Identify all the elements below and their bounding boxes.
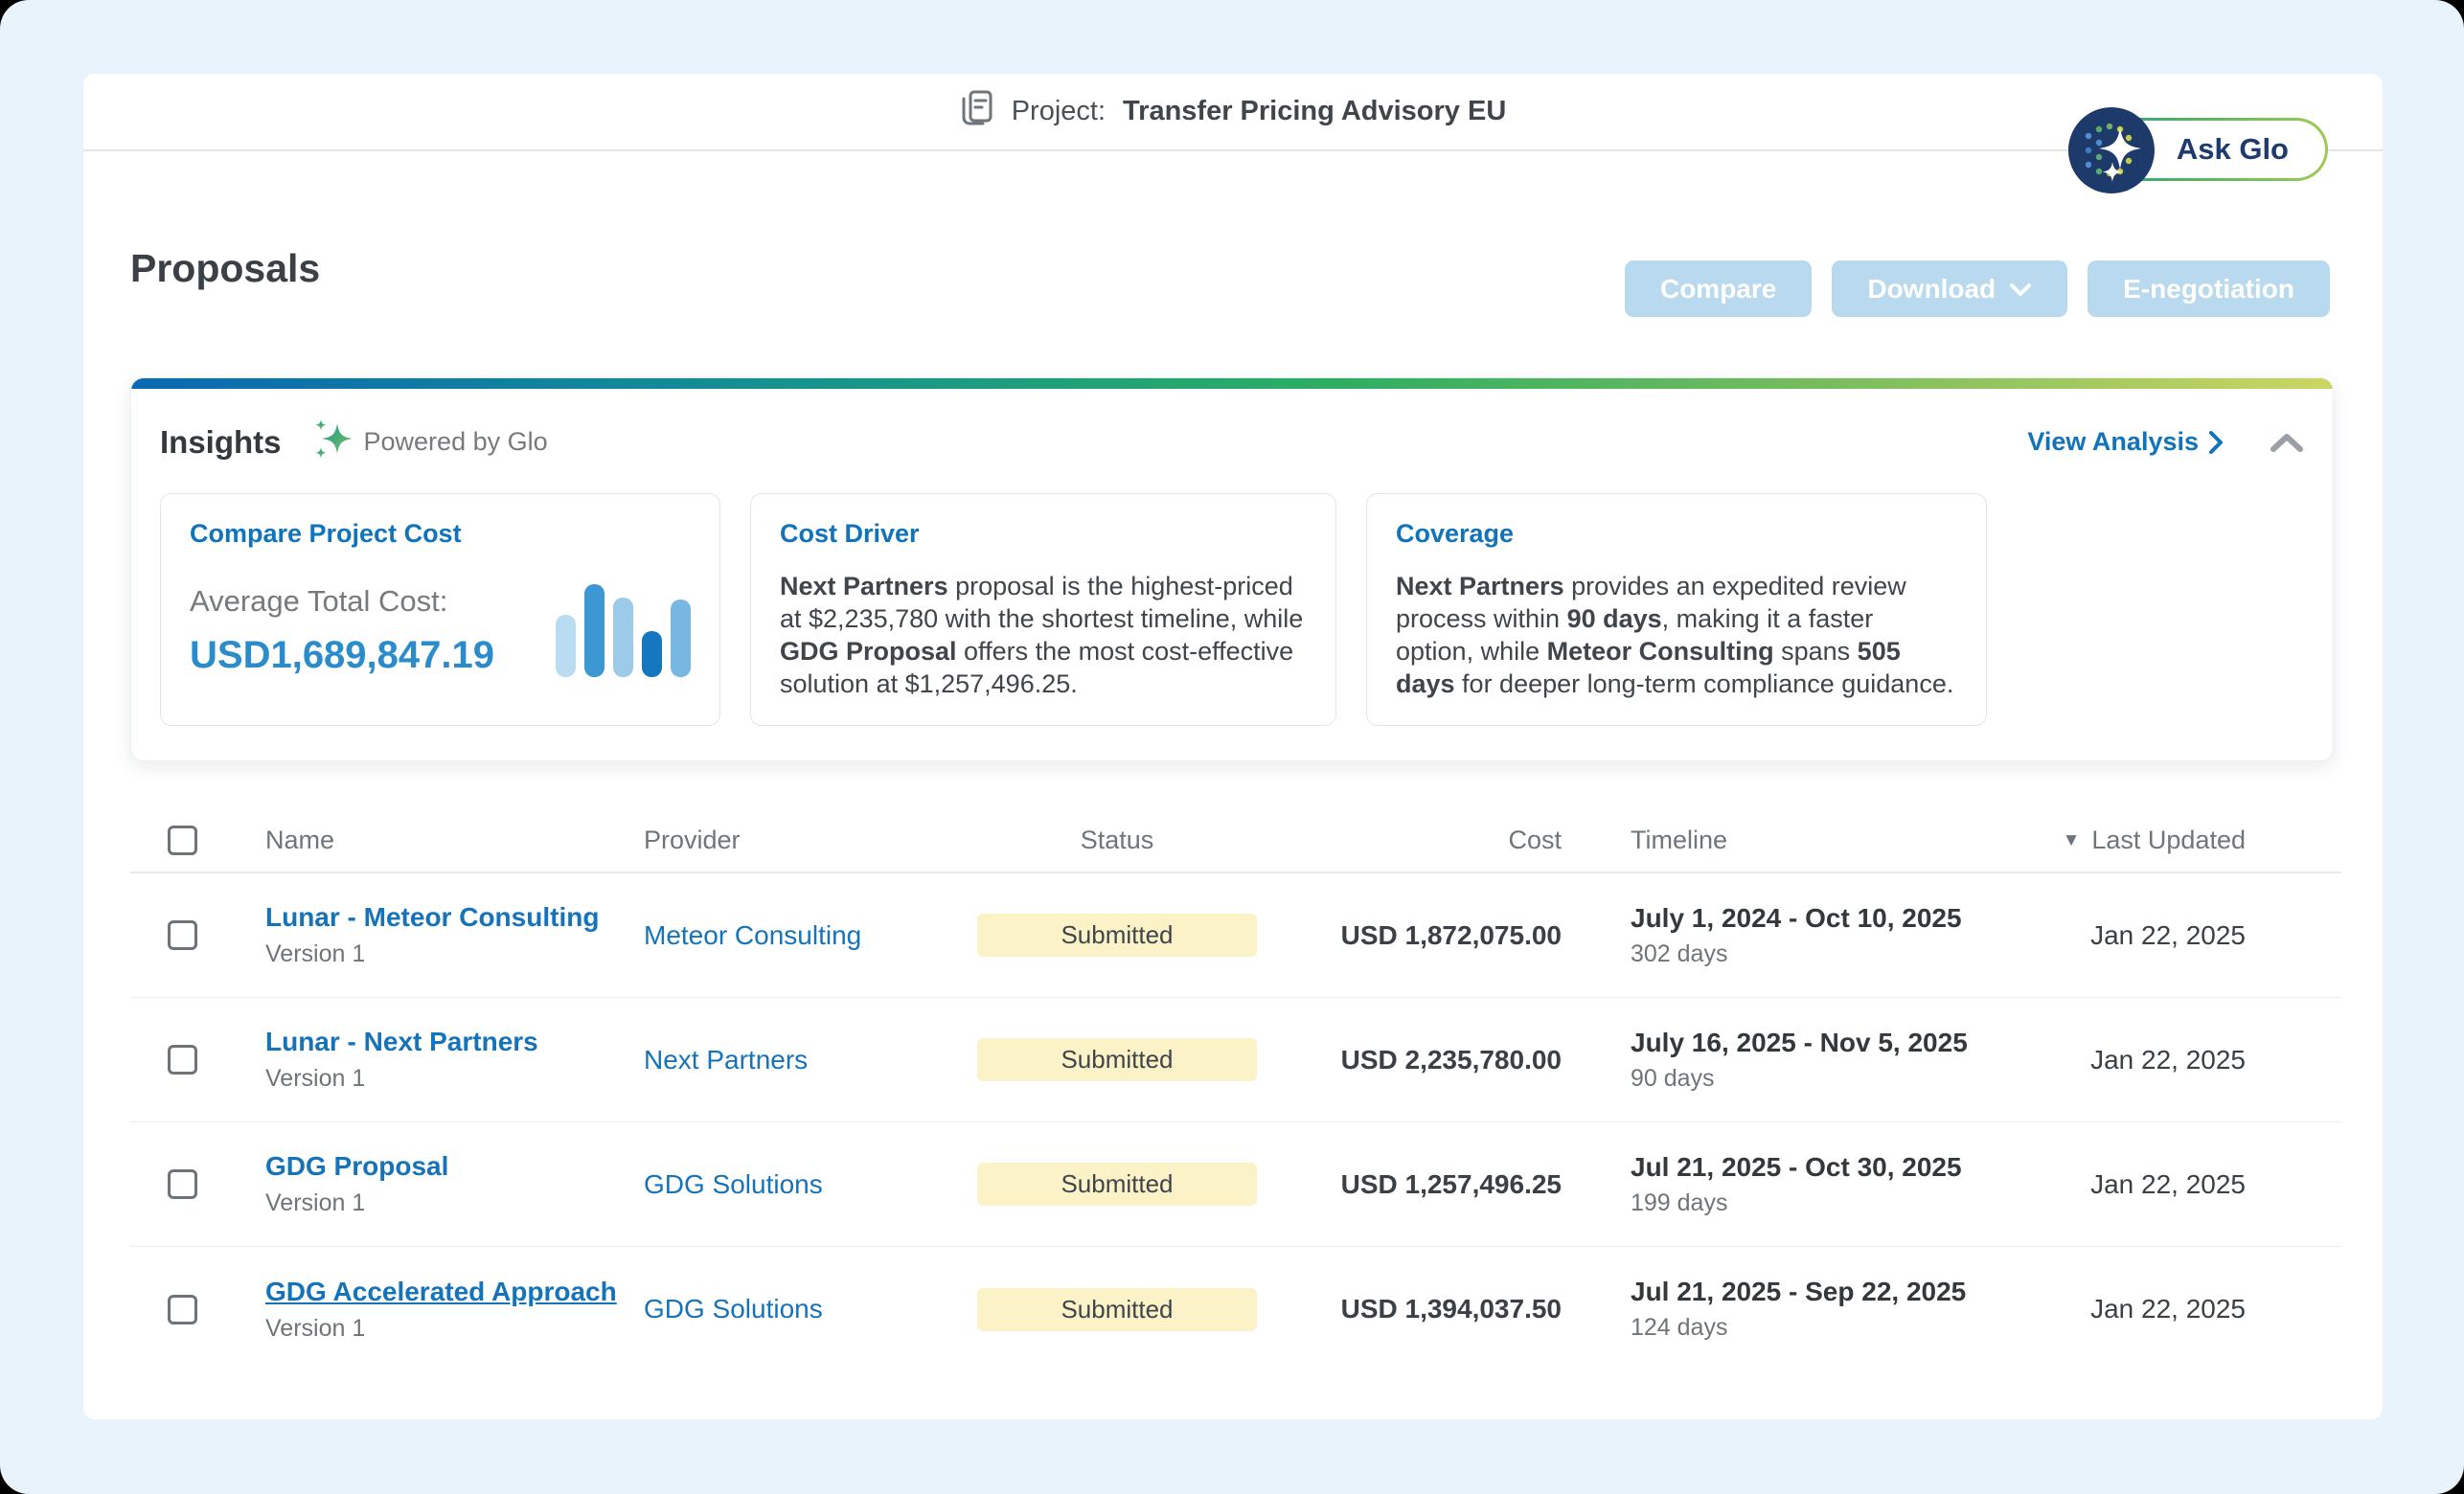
compare-button-label: Compare bbox=[1660, 274, 1776, 305]
status-badge: Submitted bbox=[977, 1163, 1257, 1206]
table-row: Lunar - Next Partners Version 1 Next Par… bbox=[130, 998, 2341, 1122]
provider-link[interactable]: Next Partners bbox=[644, 1045, 808, 1075]
ask-glo-label: Ask Glo bbox=[2177, 132, 2289, 167]
cost-value: USD 2,235,780.00 bbox=[1257, 1045, 1562, 1075]
proposal-name-link[interactable]: GDG Accelerated Approach bbox=[265, 1277, 617, 1307]
proposal-version: Version 1 bbox=[265, 1189, 644, 1217]
insight-card-title: Cost Driver bbox=[780, 519, 1307, 549]
status-badge: Submitted bbox=[977, 1038, 1257, 1081]
download-button[interactable]: Download bbox=[1832, 260, 2067, 317]
provider-link[interactable]: Meteor Consulting bbox=[644, 920, 861, 950]
insight-card-coverage: Coverage Next Partners provides an exped… bbox=[1366, 493, 1987, 726]
cost-mini-chart bbox=[556, 577, 691, 677]
column-header-provider[interactable]: Provider bbox=[644, 826, 977, 855]
page-title: Proposals bbox=[130, 246, 320, 291]
insight-card-title: Coverage bbox=[1396, 519, 1957, 549]
column-header-timeline[interactable]: Timeline bbox=[1562, 826, 2021, 855]
proposal-version: Version 1 bbox=[265, 1065, 644, 1093]
collapse-insights-button[interactable] bbox=[2270, 432, 2304, 453]
insights-panel: Insights Powered by Glo bbox=[130, 377, 2334, 761]
column-header-last-updated[interactable]: ▼ Last Updated bbox=[2021, 826, 2341, 855]
table-row: GDG Proposal Version 1 GDG Solutions Sub… bbox=[130, 1122, 2341, 1247]
project-breadcrumb: Project: Transfer Pricing Advisory EU bbox=[960, 89, 1507, 135]
compare-button[interactable]: Compare bbox=[1625, 260, 1812, 317]
last-updated-value: Jan 22, 2025 bbox=[2021, 1045, 2341, 1075]
mini-chart-bar bbox=[642, 631, 662, 677]
mini-chart-bar bbox=[671, 600, 691, 677]
last-updated-value: Jan 22, 2025 bbox=[2021, 920, 2341, 951]
status-badge: Submitted bbox=[977, 1288, 1257, 1331]
table-body: Lunar - Meteor Consulting Version 1 Mete… bbox=[130, 873, 2341, 1371]
proposal-name-link[interactable]: Lunar - Next Partners bbox=[265, 1027, 538, 1057]
toolbar: Compare Download E-negotiation bbox=[1625, 260, 2330, 317]
timeline-range: Jul 21, 2025 - Sep 22, 2025 bbox=[1631, 1277, 2021, 1307]
column-header-cost[interactable]: Cost bbox=[1257, 826, 1562, 855]
project-document-icon bbox=[960, 89, 994, 135]
timeline-duration: 302 days bbox=[1631, 940, 2021, 968]
proposal-name-link[interactable]: GDG Proposal bbox=[265, 1151, 448, 1182]
last-updated-value: Jan 22, 2025 bbox=[2021, 1294, 2341, 1324]
glo-sparkle-icon bbox=[2067, 106, 2156, 195]
powered-by-glo: Powered by Glo bbox=[314, 418, 548, 466]
insight-card-cost-driver: Cost Driver Next Partners proposal is th… bbox=[750, 493, 1336, 726]
column-header-name[interactable]: Name bbox=[265, 826, 644, 855]
cost-value: USD 1,872,075.00 bbox=[1257, 920, 1562, 951]
project-label: Project: bbox=[1012, 96, 1106, 127]
timeline-range: Jul 21, 2025 - Oct 30, 2025 bbox=[1631, 1152, 2021, 1183]
proposals-table: Name Provider Status Cost Timeline ▼ Las… bbox=[130, 809, 2341, 1371]
sort-descending-icon: ▼ bbox=[2063, 830, 2081, 851]
row-checkbox[interactable] bbox=[168, 1295, 197, 1324]
timeline-duration: 90 days bbox=[1631, 1065, 2021, 1093]
insights-title: Insights bbox=[160, 424, 282, 461]
sparkle-icon bbox=[314, 418, 353, 466]
status-badge: Submitted bbox=[977, 914, 1257, 957]
insight-card-compare-cost: Compare Project Cost Average Total Cost:… bbox=[160, 493, 720, 726]
mini-chart-bar bbox=[613, 598, 633, 677]
provider-link[interactable]: GDG Solutions bbox=[644, 1294, 823, 1324]
chevron-right-icon bbox=[2208, 430, 2224, 455]
timeline-range: July 16, 2025 - Nov 5, 2025 bbox=[1631, 1028, 2021, 1058]
insight-card-title: Compare Project Cost bbox=[190, 519, 691, 549]
insight-card-body: Next Partners proposal is the highest-pr… bbox=[780, 570, 1307, 700]
column-header-status[interactable]: Status bbox=[977, 826, 1257, 855]
mini-chart-bar bbox=[556, 615, 576, 677]
proposal-version: Version 1 bbox=[265, 1315, 644, 1343]
view-analysis-link[interactable]: View Analysis bbox=[2027, 427, 2224, 457]
chevron-down-icon bbox=[2009, 274, 2032, 305]
project-name: Transfer Pricing Advisory EU bbox=[1123, 96, 1506, 127]
cost-value: USD 1,394,037.50 bbox=[1257, 1294, 1562, 1324]
timeline-range: July 1, 2024 - Oct 10, 2025 bbox=[1631, 903, 2021, 934]
insights-gradient-bar bbox=[131, 378, 2333, 389]
proposal-name-link[interactable]: Lunar - Meteor Consulting bbox=[265, 902, 599, 933]
last-updated-label: Last Updated bbox=[2091, 826, 2246, 855]
download-button-label: Download bbox=[1867, 274, 1996, 305]
app-header: Project: Transfer Pricing Advisory EU bbox=[83, 74, 2383, 151]
average-cost-label: Average Total Cost: bbox=[190, 584, 494, 619]
mini-chart-bar bbox=[584, 584, 605, 677]
table-row: Lunar - Meteor Consulting Version 1 Mete… bbox=[130, 873, 2341, 998]
provider-link[interactable]: GDG Solutions bbox=[644, 1169, 823, 1199]
row-checkbox[interactable] bbox=[168, 1045, 197, 1075]
row-checkbox[interactable] bbox=[168, 920, 197, 950]
powered-by-label: Powered by Glo bbox=[364, 427, 548, 457]
cost-value: USD 1,257,496.25 bbox=[1257, 1169, 1562, 1200]
main-content-card: Project: Transfer Pricing Advisory EU bbox=[83, 74, 2383, 1419]
chevron-up-icon bbox=[2270, 432, 2304, 453]
enegotiation-button[interactable]: E-negotiation bbox=[2088, 260, 2330, 317]
table-row: GDG Accelerated Approach Version 1 GDG S… bbox=[130, 1247, 2341, 1371]
app-viewport: Project: Transfer Pricing Advisory EU bbox=[0, 0, 2464, 1494]
proposal-version: Version 1 bbox=[265, 940, 644, 968]
timeline-duration: 124 days bbox=[1631, 1314, 2021, 1342]
table-header-row: Name Provider Status Cost Timeline ▼ Las… bbox=[130, 809, 2341, 873]
row-checkbox[interactable] bbox=[168, 1169, 197, 1199]
enegotiation-button-label: E-negotiation bbox=[2123, 274, 2294, 305]
select-all-checkbox[interactable] bbox=[168, 826, 197, 855]
insight-card-body: Next Partners provides an expedited revi… bbox=[1396, 570, 1957, 700]
last-updated-value: Jan 22, 2025 bbox=[2021, 1169, 2341, 1200]
timeline-duration: 199 days bbox=[1631, 1189, 2021, 1217]
ask-glo-button[interactable]: Ask Glo bbox=[2068, 118, 2328, 181]
average-cost-value: USD1,689,847.19 bbox=[190, 634, 494, 677]
view-analysis-label: View Analysis bbox=[2027, 427, 2199, 457]
